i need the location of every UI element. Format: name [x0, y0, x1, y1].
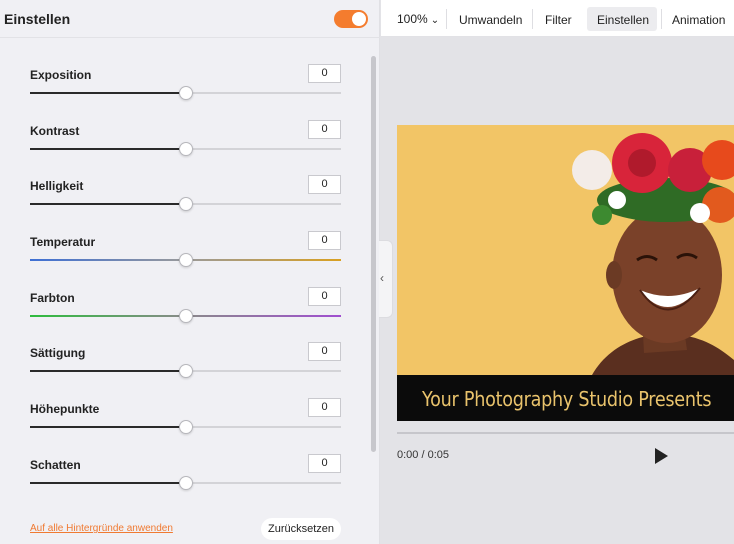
slider-track[interactable] — [30, 420, 341, 434]
animation-button[interactable]: Animation — [672, 13, 725, 27]
caption-text[interactable]: Your Photography Studio Presents — [422, 387, 712, 411]
slider-row-hue: Farbton 0 — [30, 287, 342, 327]
slider-track[interactable] — [30, 364, 341, 378]
toolbar-divider — [446, 9, 447, 29]
slider-thumb[interactable] — [178, 197, 193, 211]
value-input[interactable]: 0 — [308, 342, 341, 361]
panel-title: Einstellen — [4, 11, 71, 27]
value-input[interactable]: 0 — [308, 175, 341, 194]
toolbar-divider — [661, 9, 662, 29]
slider-label: Sättigung — [30, 346, 86, 360]
timeline-progress[interactable] — [397, 432, 734, 434]
value-input[interactable]: 0 — [308, 454, 341, 473]
chevron-left-icon: ‹ — [380, 271, 384, 285]
slider-row-temperature: Temperatur 0 — [30, 231, 342, 271]
reset-button[interactable]: Zurücksetzen — [261, 518, 341, 540]
slider-track[interactable] — [30, 86, 341, 100]
value-input[interactable]: 0 — [308, 64, 341, 83]
collapse-panel-button[interactable]: ‹ — [379, 240, 393, 318]
slider-label: Höhepunkte — [30, 402, 100, 416]
slider-row-contrast: Kontrast 0 — [30, 120, 342, 160]
value-input[interactable]: 0 — [308, 231, 341, 250]
slider-track[interactable] — [30, 253, 341, 267]
slider-label: Farbton — [30, 291, 75, 305]
slider-track[interactable] — [30, 142, 341, 156]
slider-label: Schatten — [30, 458, 81, 472]
apply-to-all-link[interactable]: Auf alle Hintergründe anwenden — [30, 523, 173, 534]
filter-button[interactable]: Filter — [545, 13, 572, 27]
adjust-button[interactable]: Einstellen — [597, 13, 649, 27]
slider-row-exposure: Exposition 0 — [30, 64, 342, 104]
slider-label: Kontrast — [30, 124, 80, 138]
slider-label: Helligkeit — [30, 179, 84, 193]
slider-row-highlights: Höhepunkte 0 — [30, 398, 342, 438]
slider-label: Exposition — [30, 68, 92, 82]
playback-time: 0:00 / 0:05 — [397, 449, 449, 461]
slider-thumb[interactable] — [178, 476, 193, 490]
slider-thumb[interactable] — [178, 86, 193, 100]
toolbar-divider — [532, 9, 533, 29]
top-toolbar: 100% ⌄ Umwandeln Filter Einstellen Animat… — [381, 0, 734, 37]
caption-bar: Your Photography Studio Presents — [397, 375, 734, 421]
portrait-photo — [572, 133, 734, 375]
value-input[interactable]: 0 — [308, 398, 341, 417]
value-input[interactable]: 0 — [308, 287, 341, 306]
zoom-dropdown[interactable]: 100% ⌄ — [397, 12, 439, 26]
chevron-down-icon: ⌄ — [430, 15, 440, 26]
panel-scrollbar[interactable] — [371, 56, 376, 452]
slider-row-saturation: Sättigung 0 — [30, 342, 342, 382]
slider-row-shadows: Schatten 0 — [30, 454, 342, 494]
slider-thumb[interactable] — [178, 309, 193, 323]
slider-label: Temperatur — [30, 235, 96, 249]
play-icon[interactable] — [655, 448, 668, 464]
slider-thumb[interactable] — [178, 364, 193, 378]
toggle-knob — [352, 12, 366, 26]
slider-row-brightness: Helligkeit 0 — [30, 175, 342, 215]
convert-button[interactable]: Umwandeln — [459, 13, 522, 27]
slider-thumb[interactable] — [178, 253, 193, 267]
adjust-toggle[interactable] — [334, 10, 368, 28]
slider-thumb[interactable] — [178, 142, 193, 156]
slider-track[interactable] — [30, 476, 341, 490]
zoom-value: 100% — [397, 12, 428, 26]
slider-track[interactable] — [30, 197, 341, 211]
slider-thumb[interactable] — [178, 420, 193, 434]
value-input[interactable]: 0 — [308, 120, 341, 139]
slide-preview[interactable]: Your Photography Studio Presents — [397, 125, 734, 421]
adjust-panel: Einstellen Exposition 0 Kontrast 0 Helli… — [0, 0, 380, 544]
panel-header: Einstellen — [0, 0, 380, 38]
slider-track[interactable] — [30, 309, 341, 323]
